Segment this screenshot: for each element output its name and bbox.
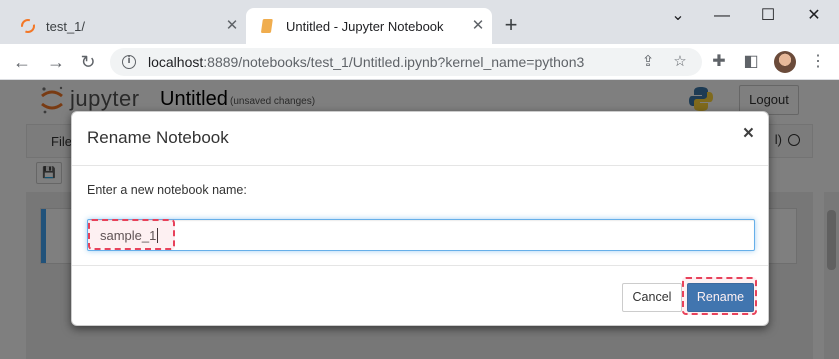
browser-tab-strip: test_1/ ✕ Untitled - Jupyter Notebook ✕ …	[0, 0, 839, 44]
side-panel-icon[interactable]: ◧	[741, 52, 761, 72]
new-tab-plus-icon[interactable]: +	[500, 14, 522, 36]
url-text[interactable]: localhost:8889/notebooks/test_1/Untitled…	[148, 54, 584, 70]
extensions-puzzle-icon[interactable]: ✚	[709, 52, 729, 72]
maximize-icon[interactable]: ☐	[756, 6, 780, 26]
notebook-name-input[interactable]: sample_1	[87, 219, 755, 251]
bookmark-star-icon[interactable]: ☆	[670, 52, 690, 72]
cancel-button[interactable]: Cancel	[622, 283, 682, 312]
site-info-icon[interactable]: i	[122, 55, 136, 69]
new-name-label: Enter a new notebook name:	[87, 183, 247, 197]
dialog-header: Rename Notebook ×	[72, 112, 768, 166]
dialog-title: Rename Notebook	[87, 128, 229, 147]
window-close-icon[interactable]: ✕	[802, 6, 826, 26]
tab-close-icon[interactable]: ✕	[470, 18, 486, 34]
tab-title: test_1/	[46, 18, 86, 34]
address-bar[interactable]: i localhost:8889/notebooks/test_1/Untitl…	[110, 48, 702, 76]
rename-button-highlight	[682, 277, 757, 315]
more-menu-icon[interactable]: ⋮	[808, 52, 828, 72]
dialog-footer: Cancel Rename	[72, 265, 768, 326]
tab-test-1[interactable]: test_1/ ✕	[0, 8, 246, 44]
tab-search-chevron-icon[interactable]: ⌄	[666, 6, 690, 26]
reload-icon[interactable]: ↻	[76, 50, 100, 74]
tab-untitled-notebook[interactable]: Untitled - Jupyter Notebook ✕	[246, 8, 492, 44]
tab-close-icon[interactable]: ✕	[224, 18, 240, 34]
forward-arrow-icon[interactable]: →	[44, 50, 68, 74]
rename-notebook-dialog: Rename Notebook × Enter a new notebook n…	[71, 111, 769, 326]
close-icon[interactable]: ×	[743, 124, 754, 144]
browser-toolbar: ← → ↻ i localhost:8889/notebooks/test_1/…	[0, 44, 839, 80]
back-arrow-icon[interactable]: ←	[10, 50, 34, 74]
profile-avatar[interactable]	[774, 51, 796, 73]
share-icon[interactable]: ⇪	[638, 52, 658, 72]
tab-title: Untitled - Jupyter Notebook	[286, 18, 444, 34]
notebook-favicon-icon	[261, 19, 273, 33]
minimize-icon[interactable]: —	[710, 6, 734, 26]
input-highlight	[88, 219, 175, 250]
jupyter-favicon-icon	[21, 19, 35, 33]
